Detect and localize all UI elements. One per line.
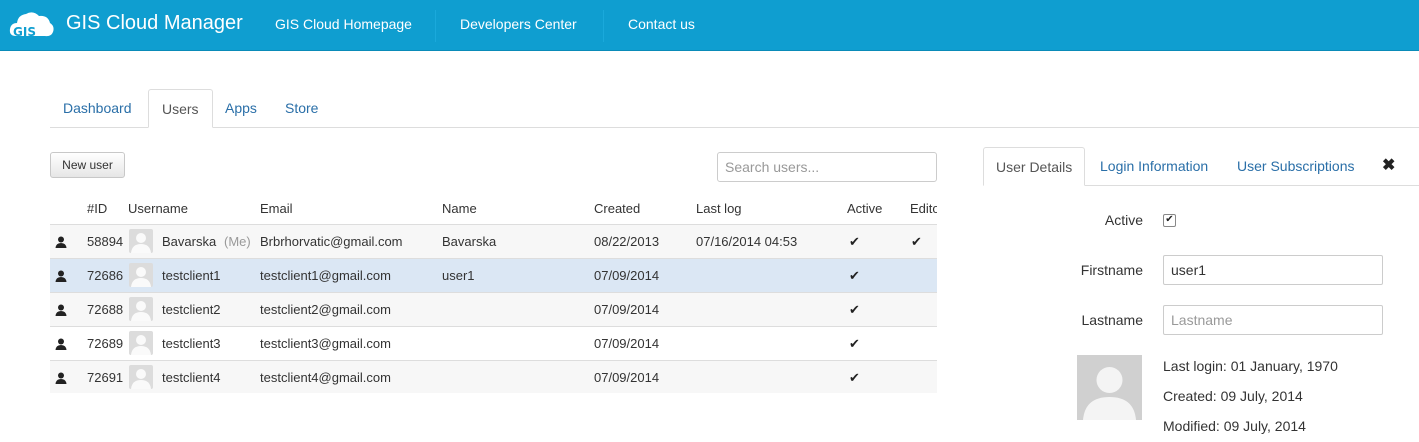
cell-id: 72686 [87,268,124,283]
main-tabs: Dashboard Users Apps Store [50,89,1419,128]
user-icon [55,371,67,384]
table-row[interactable]: 72691 testclient4 testclient4@gmail.com 07/… [50,361,937,393]
cell-username: testclient3 [162,336,221,351]
cell-created: 07/09/2014 [594,302,660,317]
nav-gis-cloud-homepage[interactable]: GIS Cloud Homepage [275,16,412,32]
tab-users[interactable]: Users [148,89,213,128]
nav-divider [603,10,604,42]
cell-username: testclient4 [162,370,221,385]
user-icon [55,303,67,316]
table-row[interactable]: 72686 testclient1 testclient1@gmail.com use… [50,259,937,293]
column-header-name[interactable]: Name [442,201,477,216]
table-row[interactable]: 72688 testclient2 testclient2@gmail.com 07/… [50,293,937,327]
close-icon[interactable]: ✖ [1382,155,1395,175]
gis-cloud-logo-icon[interactable]: GIS [8,6,54,42]
users-table: #ID Username Email Name Created Last log… [50,193,937,393]
cell-email: testclient2@gmail.com [260,302,391,317]
column-header-created[interactable]: Created [594,201,640,216]
check-icon: ✔ [849,302,860,317]
column-header-active[interactable]: Active [847,201,882,216]
firstname-label: Firstname [1080,262,1143,278]
user-icon [55,337,67,350]
cell-email: testclient1@gmail.com [260,268,391,283]
brand-title[interactable]: GIS Cloud Manager [66,12,243,35]
user-icon [55,235,67,248]
check-icon: ✔ [849,336,860,351]
created-text: Created: 09 July, 2014 [1163,388,1303,404]
tab-login-information[interactable]: Login Information [1088,147,1220,184]
cell-name: user1 [442,268,475,283]
lastname-label: Lastname [1081,312,1143,328]
cell-id: 72688 [87,302,124,317]
table-header: #ID Username Email Name Created Last log… [50,193,937,225]
check-icon: ✔ [849,370,860,385]
tab-user-subscriptions[interactable]: User Subscriptions [1225,147,1367,184]
avatar-placeholder-icon[interactable] [1077,355,1142,420]
cell-name: Bavarska [442,234,497,249]
tab-store[interactable]: Store [272,89,331,126]
check-icon: ✔ [911,234,922,249]
avatar [129,263,153,287]
cell-created: 07/09/2014 [594,336,660,351]
avatar [129,331,153,355]
last-login-text: Last login: 01 January, 1970 [1163,358,1338,374]
modified-text: Modified: 09 July, 2014 [1163,418,1306,434]
search-users-input[interactable] [717,152,937,182]
cell-username: testclient2 [162,302,221,317]
check-icon: ✔ [849,234,860,249]
cell-username-suffix: (Me) [224,234,251,249]
column-header-id[interactable]: #ID [87,201,107,216]
cell-last-log: 07/16/2014 04:53 [696,234,798,249]
top-navbar: GIS GIS Cloud Manager GIS Cloud Homepage… [0,0,1419,51]
tab-dashboard[interactable]: Dashboard [50,89,145,126]
firstname-field[interactable] [1163,255,1383,285]
tab-user-details[interactable]: User Details [983,147,1086,186]
cell-id: 58894 [87,234,124,249]
avatar [129,229,153,253]
check-icon: ✔ [849,268,860,283]
user-details-tabs: User Details Login Information User Subs… [983,147,1419,186]
new-user-button[interactable]: New user [50,152,125,178]
lastname-field[interactable] [1163,305,1383,335]
column-header-username[interactable]: Username [128,201,188,216]
avatar [129,365,153,389]
nav-developers-center[interactable]: Developers Center [460,16,577,32]
column-header-editor[interactable]: Editor [910,201,937,216]
cell-email: testclient4@gmail.com [260,370,391,385]
cell-created: 08/22/2013 [594,234,660,249]
cell-created: 07/09/2014 [594,268,660,283]
tab-apps[interactable]: Apps [212,89,270,126]
active-label: Active [1104,212,1143,228]
active-checkbox[interactable]: ✔ [1163,214,1176,227]
cell-username: Bavarska [162,234,217,249]
table-row[interactable]: 72689 testclient3 testclient3@gmail.com 07/… [50,327,937,361]
cell-id: 72689 [87,336,124,351]
nav-contact-us[interactable]: Contact us [628,16,695,32]
cell-email: testclient3@gmail.com [260,336,391,351]
cell-email: Brbrhorvatic@gmail.com [260,234,403,249]
cell-username: testclient1 [162,268,221,283]
column-header-last-log[interactable]: Last log [696,201,742,216]
table-row[interactable]: 58894 Bavarska (Me) Brbrhorvatic@gmail.com B… [50,225,937,259]
cell-id: 72691 [87,370,124,385]
cell-created: 07/09/2014 [594,370,660,385]
avatar [129,297,153,321]
logo-text: GIS [13,25,36,39]
nav-divider [435,10,436,42]
user-icon [55,269,67,282]
column-header-email[interactable]: Email [260,201,293,216]
